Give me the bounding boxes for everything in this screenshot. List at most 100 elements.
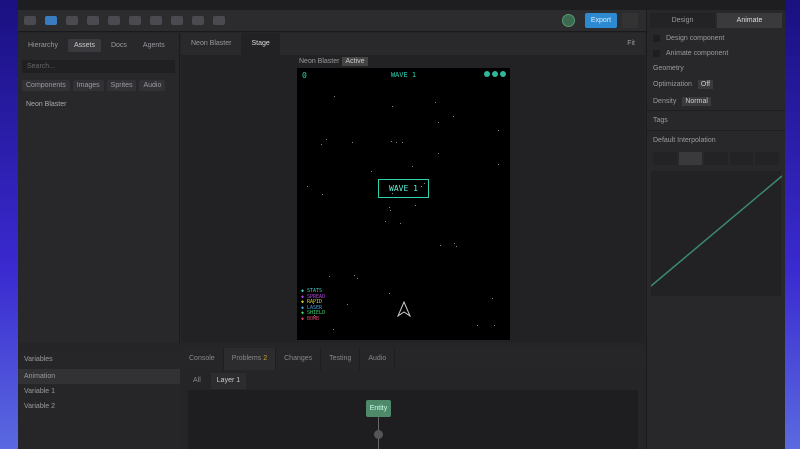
- star: [453, 115, 455, 117]
- checkbox-label: Design component: [666, 35, 725, 42]
- legend-item: ◆ BOMB: [301, 315, 320, 322]
- star: [439, 244, 441, 246]
- star: [456, 246, 458, 248]
- component-tool-icon[interactable]: [171, 16, 183, 25]
- avatar[interactable]: [562, 14, 575, 27]
- tab-console[interactable]: Console: [181, 348, 224, 370]
- tab-audio[interactable]: Audio: [360, 348, 396, 370]
- pen-tool-icon[interactable]: [108, 16, 120, 25]
- node-graph[interactable]: Entity: [188, 390, 638, 449]
- life-icon: [484, 71, 490, 77]
- zoom-control[interactable]: Fit: [617, 33, 645, 55]
- variables-header: Variables: [24, 356, 53, 363]
- design-mode-button[interactable]: Design: [650, 13, 715, 28]
- star: [322, 194, 324, 196]
- tab-docs[interactable]: Docs: [105, 39, 133, 52]
- star: [391, 192, 393, 194]
- optimization-select[interactable]: Off: [697, 80, 714, 89]
- life-icon: [492, 71, 498, 77]
- export-button[interactable]: Export: [585, 13, 617, 28]
- present-button[interactable]: [622, 13, 638, 28]
- star: [494, 325, 496, 327]
- pointer-tool-icon[interactable]: [45, 16, 57, 25]
- hand-tool-icon[interactable]: [150, 16, 162, 25]
- geometry-label: Geometry: [653, 65, 684, 72]
- interp-option[interactable]: [653, 152, 677, 165]
- tree-item[interactable]: Neon Blaster: [18, 96, 179, 113]
- search-input[interactable]: Search...: [22, 60, 175, 73]
- star: [370, 170, 372, 172]
- checkbox[interactable]: [653, 35, 660, 42]
- interp-option-linear[interactable]: [678, 152, 703, 165]
- star: [453, 243, 455, 245]
- star: [356, 278, 358, 280]
- star: [347, 304, 349, 306]
- tab-testing[interactable]: Testing: [321, 348, 361, 370]
- wave-banner: WAVE 1: [378, 179, 429, 198]
- bottom-tabs: Console Problems 2 Changes Testing Audio: [181, 348, 645, 370]
- play-tool-icon[interactable]: [213, 16, 225, 25]
- star: [389, 206, 391, 208]
- interp-option[interactable]: [729, 152, 754, 165]
- shape-tool-icon[interactable]: [87, 16, 99, 25]
- wave-label: WAVE 1: [390, 71, 417, 79]
- tab-neon-blaster[interactable]: Neon Blaster: [181, 33, 241, 55]
- tab-problems[interactable]: Problems 2: [223, 348, 277, 370]
- interpolation-curve[interactable]: [650, 171, 783, 296]
- star: [390, 209, 392, 211]
- entity-node[interactable]: Entity: [366, 400, 391, 417]
- tab-changes[interactable]: Changes: [276, 348, 322, 370]
- left-panel: Hierarchy Assets Docs Agents Search... C…: [18, 33, 180, 343]
- problems-count: 2: [263, 355, 268, 362]
- right-panel: Design Animate Design component Animate …: [646, 10, 785, 449]
- star: [401, 141, 403, 143]
- node-port[interactable]: [374, 430, 383, 439]
- star: [435, 102, 437, 104]
- list-item[interactable]: Animation: [18, 369, 180, 384]
- chip-images[interactable]: Images: [72, 80, 104, 91]
- chip-sprites[interactable]: Sprites: [106, 80, 137, 91]
- star: [497, 130, 499, 132]
- star: [411, 165, 413, 167]
- editor-area: Neon Blaster Stage Fit Neon Blaster Acti…: [181, 33, 645, 343]
- star: [352, 142, 354, 144]
- tab-hierarchy[interactable]: Hierarchy: [22, 39, 64, 52]
- link-tool-icon[interactable]: [192, 16, 204, 25]
- star: [385, 220, 387, 222]
- interp-option[interactable]: [704, 152, 728, 165]
- star: [399, 223, 401, 225]
- checkbox[interactable]: [653, 50, 660, 57]
- density-select[interactable]: Normal: [682, 97, 711, 106]
- tab-stage[interactable]: Stage: [241, 33, 280, 55]
- powerup-legend: ◆ STATS ◆ SPREAD ◆ RAPID ◆ LASER ◆ SHIELD ◆ B…: [301, 288, 325, 322]
- game-canvas[interactable]: 0 WAVE 1 WAVE 1 ◆ STATS ◆ SPREAD ◆ RAPID ◆ …: [297, 68, 510, 340]
- star: [329, 276, 331, 278]
- interp-option[interactable]: [755, 152, 779, 165]
- star: [391, 105, 393, 107]
- checkbox-label: Animate component: [666, 50, 729, 57]
- star: [420, 185, 422, 187]
- star: [414, 204, 416, 206]
- tab-agents[interactable]: Agents: [137, 39, 171, 52]
- text-tool-icon[interactable]: [129, 16, 141, 25]
- chip-audio[interactable]: Audio: [139, 80, 166, 91]
- optimization-label: Optimization: [653, 81, 692, 88]
- status-badge: Active: [342, 57, 368, 66]
- tags-label: Tags: [647, 110, 785, 130]
- animate-mode-button[interactable]: Animate: [717, 13, 782, 28]
- star: [307, 186, 308, 188]
- star: [438, 153, 440, 155]
- subtab-layer-1[interactable]: Layer 1: [210, 373, 247, 389]
- list-item[interactable]: Variable 2: [18, 399, 180, 414]
- tab-assets[interactable]: Assets: [67, 39, 101, 52]
- chip-components[interactable]: Components: [22, 80, 70, 91]
- star: [321, 143, 323, 145]
- subtab-all[interactable]: All: [187, 373, 207, 389]
- menu-icon[interactable]: [24, 16, 36, 25]
- star: [332, 329, 334, 331]
- frame-tool-icon[interactable]: [66, 16, 78, 25]
- star: [477, 325, 479, 327]
- star: [390, 141, 392, 143]
- list-item[interactable]: Variable 1: [18, 384, 180, 399]
- interpolation-label: Default Interpolation: [647, 130, 785, 150]
